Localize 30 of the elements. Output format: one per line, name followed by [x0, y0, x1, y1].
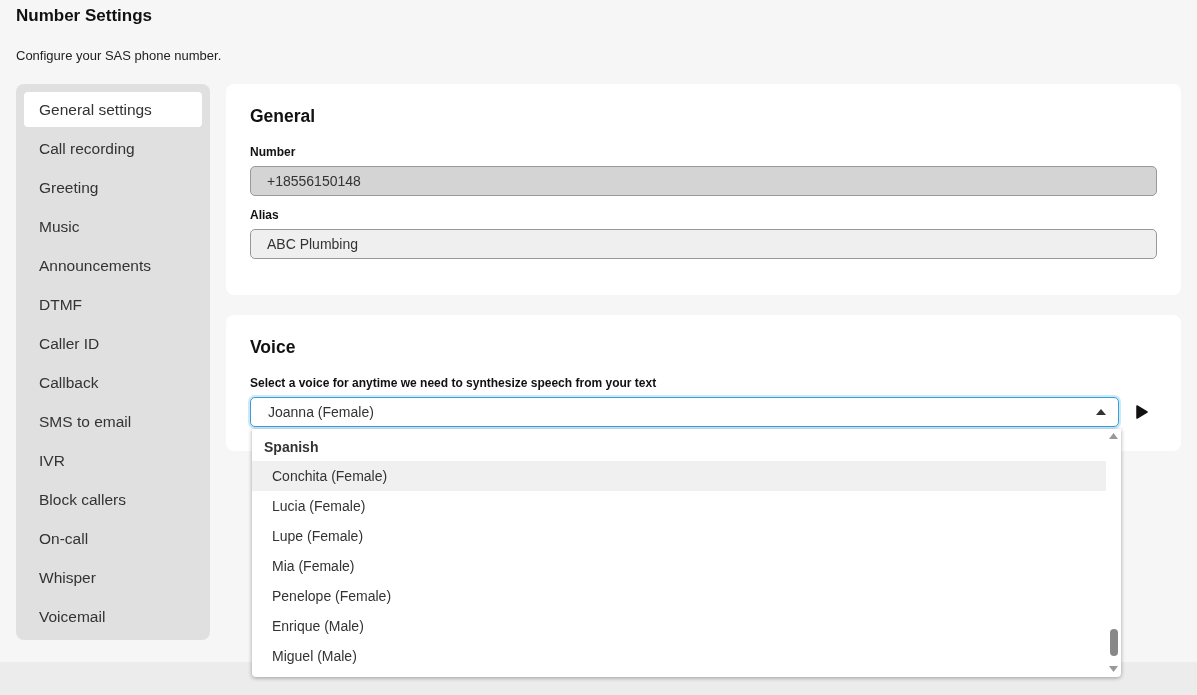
scroll-up-icon[interactable]	[1109, 433, 1118, 439]
sidebar-item[interactable]: Music	[24, 209, 202, 244]
sidebar-item[interactable]: DTMF	[24, 287, 202, 322]
play-icon[interactable]	[1135, 405, 1149, 419]
caret-icon	[1096, 409, 1106, 415]
sidebar-item[interactable]: SMS to email	[24, 404, 202, 439]
sidebar-item[interactable]: Voicemail	[24, 599, 202, 634]
page-subtitle: Configure your SAS phone number.	[16, 48, 223, 63]
sidebar-item[interactable]: Call recording	[24, 131, 202, 166]
scrollbar-thumb[interactable]	[1110, 629, 1118, 656]
sidebar-item[interactable]: Announcements	[24, 248, 202, 283]
sidebar-item[interactable]: Whisper	[24, 560, 202, 595]
input-field[interactable]: ABC Plumbing	[250, 229, 1157, 259]
sidebar-item[interactable]: General settings	[24, 92, 202, 127]
sidebar-item[interactable]: Block callers	[24, 482, 202, 517]
field-label: Select a voice for anytime we need to synthesize speech from your text	[250, 376, 658, 390]
sidebar-item[interactable]: On-call	[24, 521, 202, 556]
sidebar-item[interactable]: IVR	[24, 443, 202, 478]
scroll-down-icon[interactable]	[1109, 666, 1118, 672]
field-label: Alias	[250, 208, 280, 222]
field-label: Number	[250, 145, 297, 159]
sidebar-item[interactable]: Greeting	[24, 170, 202, 205]
section-title: General	[250, 106, 317, 127]
sidebar-item[interactable]: Caller ID	[24, 326, 202, 361]
sidebar-item[interactable]: Callback	[24, 365, 202, 400]
group-heading: Spanish	[263, 438, 320, 457]
page-title: Number Settings	[16, 6, 154, 27]
voice-select[interactable]: Joanna (Female)	[250, 397, 1119, 427]
section-title: Voice	[250, 337, 297, 358]
dropdown-option[interactable]: Conchita (Female)	[252, 461, 1106, 491]
